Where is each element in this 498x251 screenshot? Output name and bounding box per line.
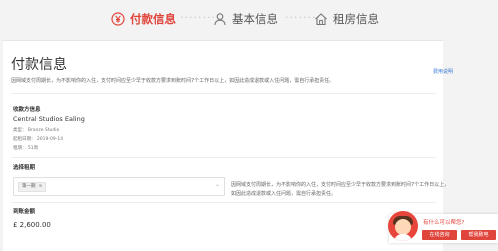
step-separator: ········	[180, 11, 216, 24]
divider	[11, 202, 436, 203]
payment-note: 因网域支付周期长，为不影响你的入住，支付时间应至少早于收款方要求到账时间7个工作…	[11, 78, 335, 84]
remove-tag-icon[interactable]: ⊗	[39, 184, 43, 189]
selected-term-text: 第一期	[22, 184, 36, 189]
property-type: 类型： Bronze Studio	[13, 128, 60, 133]
term-note: 因网域支付周期长，为不影响你的入住，支付时间应至少早于收款方要求到账时间7个工作…	[231, 182, 450, 197]
support-agent-avatar[interactable]	[388, 211, 418, 241]
user-icon	[214, 13, 226, 26]
amount-value: £ 2,600.00	[13, 221, 51, 229]
payment-info-card: 付款信息 因网域支付周期长，为不影响你的入住，支付时间应至少早于收款方要求到账时…	[3, 40, 453, 251]
amount-section-label: 到账金额	[13, 209, 36, 215]
divider	[11, 157, 436, 158]
selected-term-tag: 第一期 ⊗	[18, 182, 47, 192]
call-me-button[interactable]: 帮我致电	[461, 230, 496, 240]
step-basic-info[interactable]: 基本信息	[213, 10, 278, 28]
step-label: 基本信息	[232, 12, 278, 26]
online-chat-button[interactable]: 在线咨询	[422, 230, 457, 240]
lease-start-date: 起租日期： 2019-09-14	[13, 137, 64, 142]
property-name: Central Studios Ealing	[13, 115, 85, 123]
yen-circle-icon	[111, 12, 125, 26]
step-payment-info[interactable]: 付款信息	[111, 10, 176, 28]
page-title: 付款信息	[11, 57, 67, 73]
fee-explanation-link[interactable]: 费用说明	[433, 68, 453, 75]
step-rental-info[interactable]: 租房信息	[314, 10, 379, 28]
lease-term: 租期： 51周	[13, 146, 39, 151]
payee-section-label: 收款方信息	[13, 107, 41, 113]
checkout-steps: 付款信息 ········ 基本信息 ········ 租房信息	[0, 0, 498, 38]
step-label: 租房信息	[333, 12, 379, 26]
term-select[interactable]: 第一期 ⊗ ⌄	[13, 177, 225, 196]
chevron-down-icon[interactable]: ⌄	[215, 181, 220, 188]
support-question: 有什么可以帮您?	[423, 220, 465, 226]
divider	[11, 93, 436, 94]
house-icon	[315, 13, 327, 26]
term-section-label: 选择租期	[13, 165, 36, 171]
step-label: 付款信息	[130, 12, 176, 26]
